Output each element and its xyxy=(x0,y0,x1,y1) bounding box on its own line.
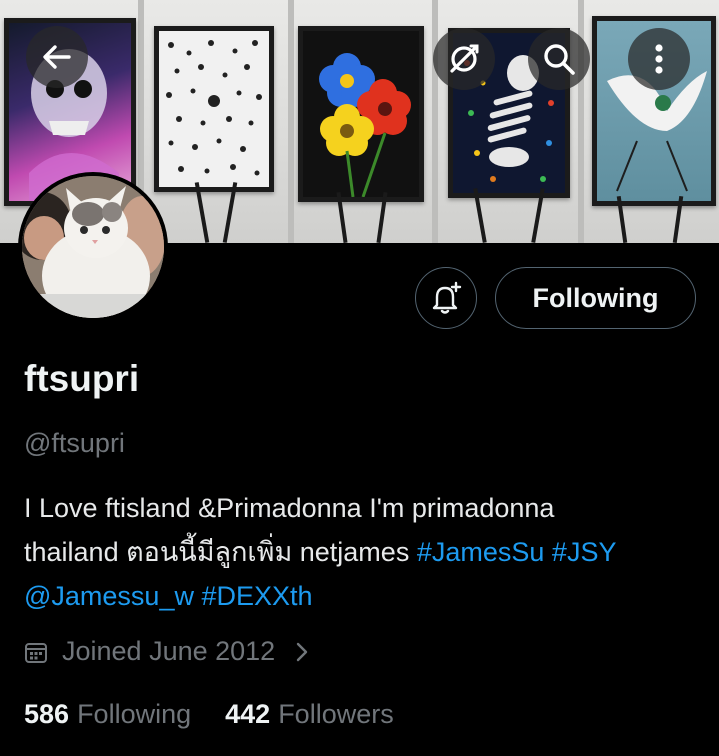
hashtag-link[interactable]: #JamesSu xyxy=(417,537,545,567)
bell-plus-icon xyxy=(432,281,462,314)
following-stat[interactable]: 586 Following xyxy=(24,699,191,730)
profile-bio: I Love ftisland &Primadonna I'm primadon… xyxy=(24,486,714,618)
back-button[interactable] xyxy=(26,26,88,88)
following-label: Following xyxy=(77,699,192,729)
mention-link[interactable]: @Jamessu_w xyxy=(24,581,194,611)
following-count: 586 xyxy=(24,699,70,729)
more-options-button[interactable] xyxy=(628,28,690,90)
bio-text: thailand ตอนนี้มีลูกเพิ่ม netjames xyxy=(24,537,417,567)
bio-line: I Love ftisland &Primadonna I'm primadon… xyxy=(24,493,555,523)
no-sync-icon xyxy=(450,44,479,73)
artwork-flowers xyxy=(298,26,424,202)
display-name: ftsupri xyxy=(24,358,140,399)
calendar-icon xyxy=(25,642,47,663)
banner-divider xyxy=(432,0,438,243)
search-icon xyxy=(544,44,575,75)
avatar-image xyxy=(22,176,164,318)
artwork-pattern xyxy=(154,26,274,192)
bio-line: @Jamessu_w #DEXXth xyxy=(24,574,714,618)
notifications-button[interactable] xyxy=(415,267,477,329)
user-handle: @ftsupri xyxy=(24,428,125,458)
banner-divider xyxy=(288,0,294,243)
followers-count: 442 xyxy=(225,699,271,729)
joined-label: Joined June 2012 xyxy=(62,636,276,666)
profile-stats: 586 Following 442 Followers xyxy=(24,699,428,730)
bio-line: thailand ตอนนี้มีลูกเพิ่ม netjames #Jame… xyxy=(24,530,714,574)
joined-date[interactable]: Joined June 2012 xyxy=(24,636,309,667)
hashtag-link[interactable]: #DEXXth xyxy=(201,581,312,611)
more-vertical-icon xyxy=(655,44,663,74)
offline-toggle-button[interactable] xyxy=(433,28,495,90)
search-button[interactable] xyxy=(528,28,590,90)
avatar[interactable] xyxy=(18,172,168,322)
followers-label: Followers xyxy=(278,699,394,729)
hashtag-link[interactable]: #JSY xyxy=(552,537,617,567)
following-button[interactable]: Following xyxy=(495,267,696,329)
chevron-right-icon xyxy=(296,642,308,661)
followers-stat[interactable]: 442 Followers xyxy=(225,699,394,730)
arrow-left-icon xyxy=(43,45,71,69)
